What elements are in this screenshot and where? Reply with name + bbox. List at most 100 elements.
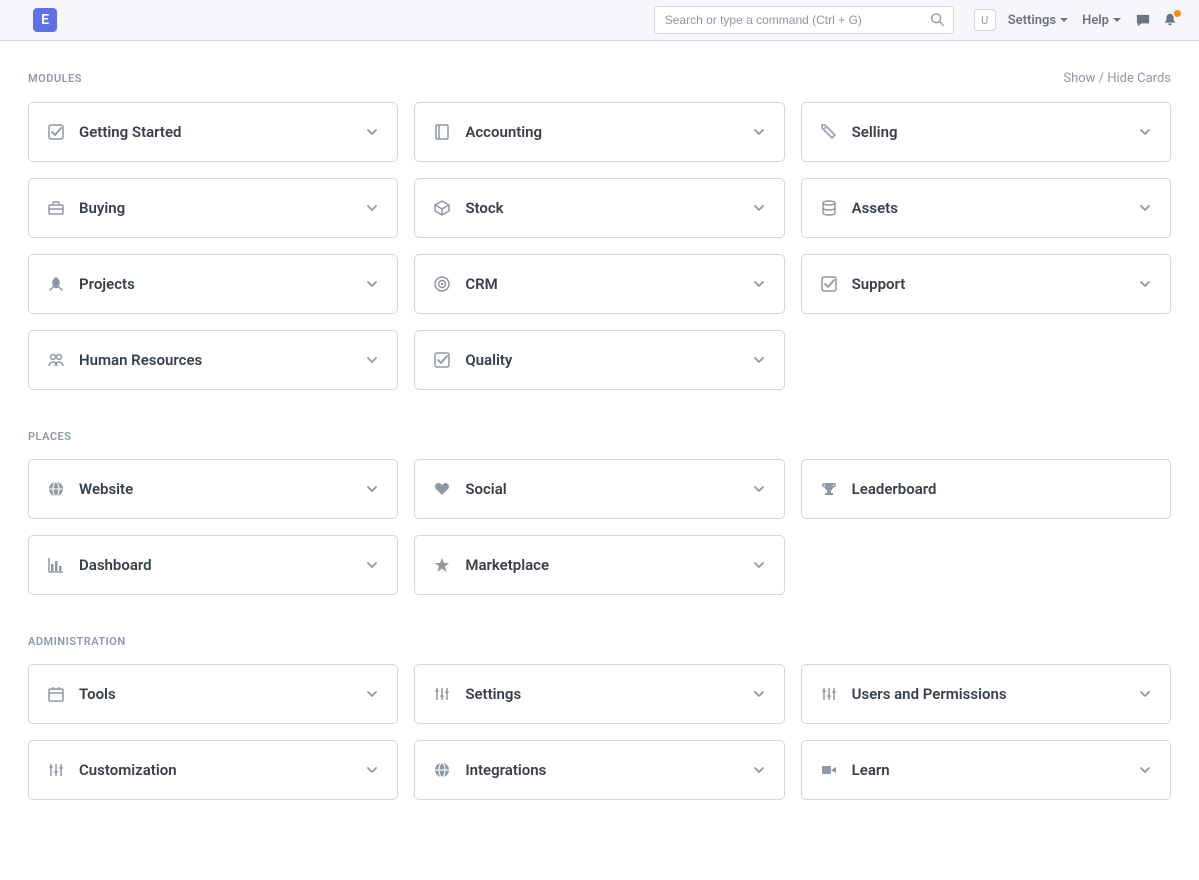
section-header-modules: MODULES Show / Hide Cards	[28, 71, 1171, 86]
app-logo[interactable]: E	[33, 8, 57, 32]
card-label: Getting Started	[79, 123, 365, 141]
card-label: Dashboard	[79, 556, 365, 574]
chevron-down-icon	[1138, 125, 1152, 139]
module-card-assets[interactable]: Assets	[801, 178, 1171, 238]
module-card-leaderboard[interactable]: Leaderboard	[801, 459, 1171, 519]
video-icon	[820, 761, 838, 779]
check-square-icon	[47, 123, 65, 141]
module-card-stock[interactable]: Stock	[414, 178, 784, 238]
module-card-getting-started[interactable]: Getting Started	[28, 102, 398, 162]
search-input[interactable]	[654, 6, 954, 34]
card-label: Settings	[465, 685, 751, 703]
section-header-administration: ADMINISTRATION	[28, 635, 1171, 648]
chevron-down-icon	[1138, 201, 1152, 215]
briefcase-icon	[47, 199, 65, 217]
chevron-down-icon	[1138, 763, 1152, 777]
card-label: Buying	[79, 199, 365, 217]
module-card-learn[interactable]: Learn	[801, 740, 1171, 800]
module-card-marketplace[interactable]: Marketplace	[414, 535, 784, 595]
card-grid-places: Website Social Leaderboard Dashboard Marketp…	[28, 459, 1171, 595]
section-header-places: PLACES	[28, 430, 1171, 443]
module-card-human-resources[interactable]: Human Resources	[28, 330, 398, 390]
chevron-down-icon	[1138, 277, 1152, 291]
globe-icon	[433, 761, 451, 779]
module-card-social[interactable]: Social	[414, 459, 784, 519]
logo-letter: E	[41, 12, 49, 28]
module-card-website[interactable]: Website	[28, 459, 398, 519]
module-card-projects[interactable]: Projects	[28, 254, 398, 314]
module-card-buying[interactable]: Buying	[28, 178, 398, 238]
section-title: MODULES	[28, 72, 82, 85]
module-card-tools[interactable]: Tools	[28, 664, 398, 724]
sliders-icon	[820, 685, 838, 703]
chevron-down-icon	[752, 201, 766, 215]
caret-down-icon	[1060, 18, 1068, 22]
desk-page: MODULES Show / Hide Cards Getting Started A…	[0, 41, 1199, 880]
navbar: E U Settings Help	[0, 0, 1199, 41]
user-avatar[interactable]: U	[974, 9, 996, 31]
trophy-icon	[820, 480, 838, 498]
notification-badge	[1174, 10, 1181, 17]
module-card-quality[interactable]: Quality	[414, 330, 784, 390]
card-label: Users and Permissions	[852, 685, 1138, 703]
module-card-integrations[interactable]: Integrations	[414, 740, 784, 800]
chevron-down-icon	[365, 353, 379, 367]
show-hide-cards-link[interactable]: Show / Hide Cards	[1063, 71, 1171, 86]
module-card-dashboard[interactable]: Dashboard	[28, 535, 398, 595]
card-grid-modules: Getting Started Accounting Selling Buying St…	[28, 102, 1171, 390]
card-label: Quality	[465, 351, 751, 369]
chevron-down-icon	[752, 763, 766, 777]
caret-down-icon	[1113, 18, 1121, 22]
module-card-crm[interactable]: CRM	[414, 254, 784, 314]
card-grid-administration: Tools Settings Users and Permissions Custom…	[28, 664, 1171, 800]
card-label: Accounting	[465, 123, 751, 141]
database-icon	[820, 199, 838, 217]
chevron-down-icon	[365, 125, 379, 139]
card-label: Selling	[852, 123, 1138, 141]
help-menu[interactable]: Help	[1082, 13, 1121, 28]
card-label: Website	[79, 480, 365, 498]
card-label: Stock	[465, 199, 751, 217]
card-label: Tools	[79, 685, 365, 703]
calendar-icon	[47, 685, 65, 703]
module-card-accounting[interactable]: Accounting	[414, 102, 784, 162]
chevron-down-icon	[752, 558, 766, 572]
card-label: Integrations	[465, 761, 751, 779]
card-label: Marketplace	[465, 556, 751, 574]
section-title: PLACES	[28, 430, 71, 443]
heart-icon	[433, 480, 451, 498]
rocket-icon	[47, 275, 65, 293]
chevron-down-icon	[365, 277, 379, 291]
star-icon	[433, 556, 451, 574]
card-label: Customization	[79, 761, 365, 779]
card-label: Social	[465, 480, 751, 498]
card-label: Learn	[852, 761, 1138, 779]
check-square-icon	[820, 275, 838, 293]
search-container	[654, 6, 954, 34]
check-square-icon	[433, 351, 451, 369]
card-label: Assets	[852, 199, 1138, 217]
bar-chart-icon	[47, 556, 65, 574]
module-card-users-and-permissions[interactable]: Users and Permissions	[801, 664, 1171, 724]
chevron-down-icon	[1138, 687, 1152, 701]
tag-icon	[820, 123, 838, 141]
notifications-icon[interactable]	[1162, 12, 1178, 28]
section-title: ADMINISTRATION	[28, 635, 126, 648]
chevron-down-icon	[365, 763, 379, 777]
box-icon	[433, 199, 451, 217]
sliders-icon	[47, 761, 65, 779]
chevron-down-icon	[752, 353, 766, 367]
chevron-down-icon	[752, 125, 766, 139]
settings-menu[interactable]: Settings	[1008, 13, 1068, 28]
chat-icon[interactable]	[1135, 12, 1152, 29]
chevron-down-icon	[365, 201, 379, 215]
module-card-selling[interactable]: Selling	[801, 102, 1171, 162]
help-label: Help	[1082, 13, 1109, 28]
chevron-down-icon	[365, 482, 379, 496]
chevron-down-icon	[752, 687, 766, 701]
module-card-support[interactable]: Support	[801, 254, 1171, 314]
globe-icon	[47, 480, 65, 498]
module-card-settings[interactable]: Settings	[414, 664, 784, 724]
settings-label: Settings	[1008, 13, 1056, 28]
module-card-customization[interactable]: Customization	[28, 740, 398, 800]
